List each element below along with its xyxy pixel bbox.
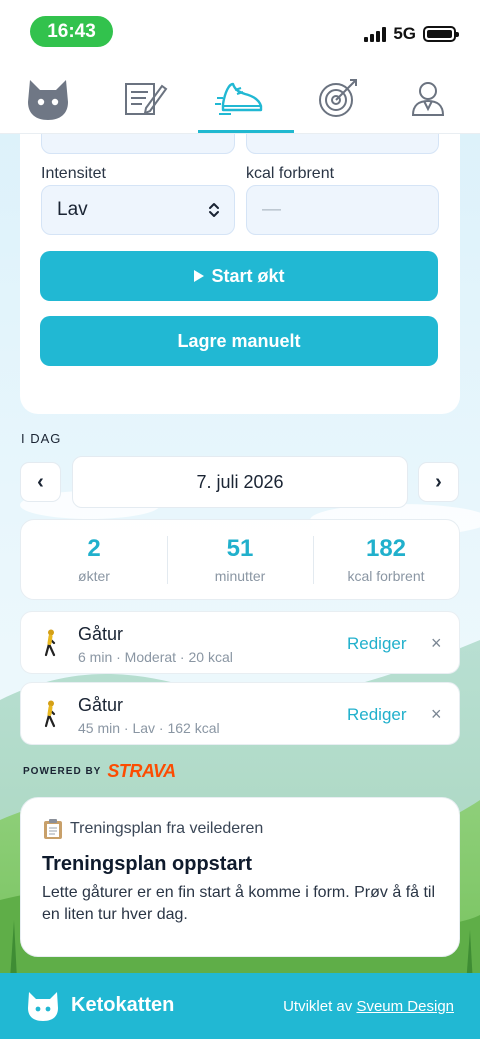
activity-title: Gåtur (78, 695, 124, 715)
stat-value: 51 (226, 535, 254, 562)
date-display[interactable]: 7. juli 2026 (72, 456, 408, 508)
save-manual-button[interactable]: Lagre manuelt (40, 316, 438, 366)
intensity-select[interactable]: Lav (41, 185, 235, 235)
status-time: 16:43 (30, 16, 113, 47)
training-plan-card: Treningsplan fra veilederen Treningsplan… (20, 797, 460, 957)
stat-label: minutter (214, 568, 266, 584)
select-chevron-icon (209, 203, 219, 217)
intensity-label: Intensitet (41, 165, 106, 182)
start-session-button[interactable]: Start økt (40, 251, 438, 301)
top-nav (0, 62, 480, 134)
activity-meta: 6 min · Moderat · 20 kcal (78, 649, 233, 665)
clipboard-icon (44, 819, 62, 839)
stat-sessions: 2 økter (21, 520, 167, 599)
stat-value: 182 (365, 535, 407, 562)
cat-icon (28, 80, 68, 120)
kcal-placeholder: — (262, 199, 281, 220)
intensity-value: Lav (57, 199, 88, 220)
plan-title: Treningsplan oppstart (42, 853, 253, 875)
credit-prefix: Utviklet av (283, 998, 353, 1015)
nav-item-activity[interactable] (198, 70, 294, 133)
save-manual-label: Lagre manuelt (177, 330, 301, 351)
edit-activity-link[interactable]: Rediger (347, 705, 407, 725)
footer-app-name: Ketokatten (71, 994, 175, 1016)
cat-logo-icon (28, 992, 58, 1021)
nav-logo[interactable] (18, 70, 78, 126)
stat-value: 2 (87, 535, 101, 562)
target-icon (319, 79, 357, 117)
walking-person-icon (44, 629, 56, 657)
chevron-right-icon: › (435, 470, 442, 493)
edit-activity-link[interactable]: Rediger (347, 634, 407, 654)
powered-by-text: POWERED BY (23, 766, 102, 777)
notepad-icon (125, 83, 168, 115)
activity-row: Gåtur 6 min · Moderat · 20 kcal Rediger … (20, 611, 460, 674)
sveum-design-link[interactable]: Sveum Design (356, 998, 454, 1015)
chevron-left-icon: ‹ (37, 470, 44, 493)
nav-item-log[interactable] (115, 70, 175, 126)
network-type: 5G (393, 24, 416, 43)
footer-credit: Utviklet av Sveum Design (283, 998, 454, 1015)
kcal-label: kcal forbrent (246, 165, 335, 182)
stat-kcal: 182 kcal forbrent (313, 520, 459, 599)
nav-item-goals[interactable] (308, 70, 368, 126)
kcal-input[interactable]: — (246, 185, 439, 235)
remove-activity-icon[interactable]: × (431, 633, 442, 654)
activity-title: Gåtur (78, 624, 124, 644)
daily-stats: 2 økter 51 minutter 182 kcal forbrent (20, 519, 460, 600)
walking-person-icon (44, 700, 56, 728)
stat-label: økter (78, 568, 110, 584)
battery-icon (423, 26, 459, 42)
status-indicators: 5G (364, 24, 459, 44)
sneaker-icon (215, 82, 263, 115)
status-bar: 16:43 5G (0, 0, 480, 62)
plan-body: Lette gåturer er en fin start å komme i … (42, 884, 436, 923)
start-session-label: Start økt (211, 265, 285, 286)
strava-logo: STRAVA (107, 761, 176, 781)
today-section-label: I DAG (21, 431, 62, 446)
nav-item-profile[interactable] (398, 70, 458, 126)
plan-header-text: Treningsplan fra veilederen (70, 820, 264, 837)
remove-activity-icon[interactable]: × (431, 704, 442, 725)
stat-label: kcal forbrent (347, 568, 425, 584)
activity-meta: 45 min · Lav · 162 kcal (78, 720, 220, 736)
footer: Ketokatten Utviklet av Sveum Design (0, 973, 480, 1039)
plan-header: Treningsplan fra veilederen (43, 818, 263, 840)
activity-row: Gåtur 45 min · Lav · 162 kcal Rediger × (20, 682, 460, 745)
user-icon (411, 82, 445, 116)
signal-icon (364, 26, 387, 42)
play-icon (194, 270, 205, 282)
activity-form-card: Gåtur Intensitet kcal forbrent Lav — Sta… (20, 96, 460, 414)
prev-day-button[interactable]: ‹ (20, 462, 61, 502)
stat-minutes: 51 minutter (167, 520, 313, 599)
next-day-button[interactable]: › (418, 462, 459, 502)
powered-by-strava[interactable]: POWERED BY STRAVA (23, 761, 176, 782)
